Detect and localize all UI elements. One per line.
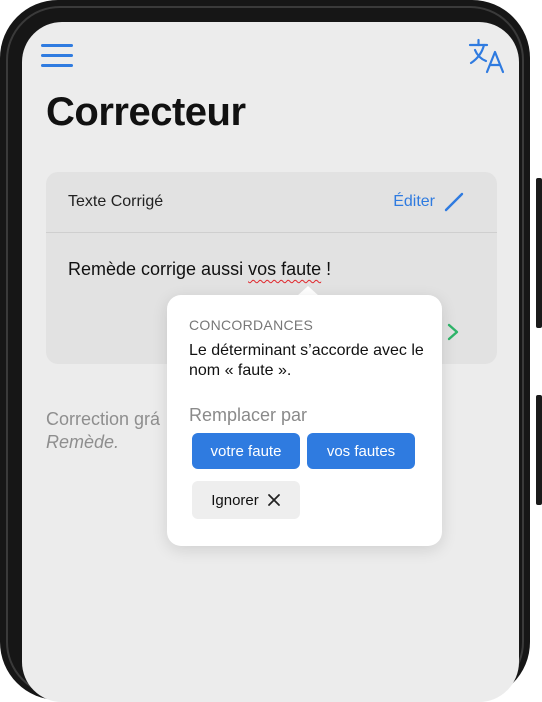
- footer-line-1: Correction grá: [46, 409, 161, 429]
- pencil-icon: [444, 192, 464, 212]
- edit-label: Éditer: [393, 193, 435, 210]
- hamburger-menu-icon[interactable]: [41, 44, 73, 68]
- footer-line-2: Remède.: [46, 432, 120, 452]
- footer-note: Correction grá Remède.: [46, 408, 160, 454]
- popup-message: Le déterminant s’accorde avec le nom « f…: [189, 342, 424, 379]
- volume-button: [536, 178, 542, 328]
- ignore-button[interactable]: Ignorer: [192, 481, 300, 519]
- card-header: Texte Corrigé Éditer: [46, 172, 497, 233]
- grammar-suggestion-popup: CONCORDANCES Le déterminant s’accorde av…: [167, 295, 442, 546]
- card-label: Texte Corrigé: [68, 193, 164, 210]
- suggestion-button-vos-fautes[interactable]: vos fautes: [307, 433, 415, 469]
- edit-button[interactable]: Éditer: [393, 191, 465, 213]
- phone-device: Correcteur Texte Corrigé Éditer Remède c…: [0, 0, 542, 702]
- replace-label: Remplacer par: [189, 405, 308, 425]
- page-title: Correcteur: [46, 90, 246, 134]
- error-highlight[interactable]: vos faute: [248, 259, 321, 279]
- corrected-text: Remède corrige aussi vos faute !: [68, 259, 331, 280]
- suggestion-button-votre-faute[interactable]: votre faute: [192, 433, 300, 469]
- text-after: !: [321, 259, 332, 279]
- chevron-right-icon[interactable]: [446, 322, 460, 342]
- popup-heading: CONCORDANCES: [189, 317, 314, 333]
- ignore-label: Ignorer: [211, 491, 259, 509]
- power-button: [536, 395, 542, 505]
- close-icon: [267, 494, 280, 506]
- translate-icon[interactable]: [467, 36, 507, 76]
- text-before: Remède corrige aussi: [68, 259, 249, 279]
